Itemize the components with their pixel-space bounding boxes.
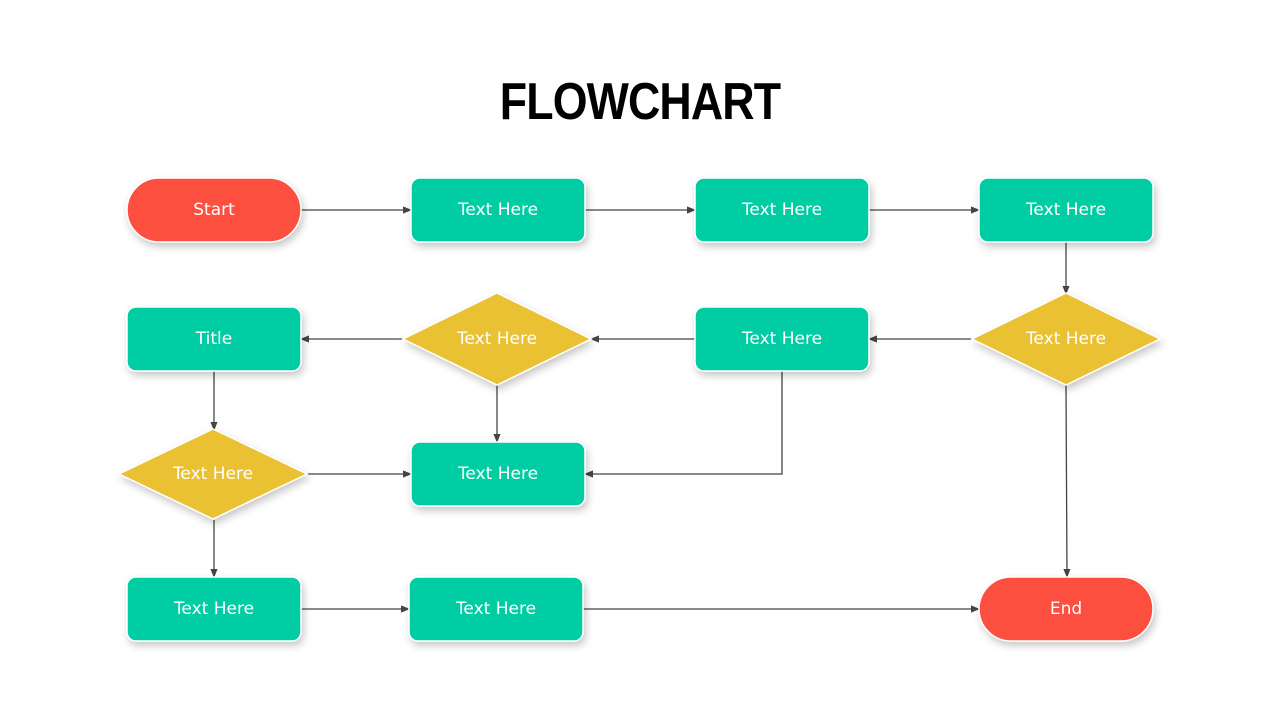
node-start[interactable]: Start: [126, 177, 302, 243]
node-label: Text Here: [741, 329, 822, 349]
node-label: Text Here: [456, 329, 537, 349]
connector-arrow-d2-to-end: [1063, 384, 1071, 578]
node-end[interactable]: End: [978, 576, 1154, 642]
node-p1[interactable]: Text Here: [410, 177, 586, 243]
node-label: Title: [195, 329, 232, 349]
node-label: Text Here: [173, 599, 254, 619]
node-p4[interactable]: Text Here: [694, 306, 870, 372]
node-d3[interactable]: Text Here: [117, 428, 309, 520]
node-label: Text Here: [457, 464, 538, 484]
node-p3[interactable]: Text Here: [978, 177, 1154, 243]
flowchart-diagram: Start Text Here Text Here Text Here Text Her…: [117, 177, 1162, 642]
node-label: Text Here: [455, 599, 536, 619]
node-title-box[interactable]: Title: [126, 306, 302, 372]
node-label: Text Here: [1025, 200, 1106, 220]
node-label: End: [1050, 599, 1082, 619]
node-label: Text Here: [172, 464, 253, 484]
node-label: Text Here: [457, 200, 538, 220]
node-label: Start: [193, 200, 235, 220]
connector-arrow-p4-to-p5: [584, 371, 783, 478]
node-p2[interactable]: Text Here: [694, 177, 870, 243]
node-p5[interactable]: Text Here: [410, 441, 586, 507]
node-p7[interactable]: Text Here: [408, 576, 584, 642]
node-d1[interactable]: Text Here: [401, 292, 593, 386]
node-p6[interactable]: Text Here: [126, 576, 302, 642]
node-label: Text Here: [741, 200, 822, 220]
node-d2[interactable]: Text Here: [970, 292, 1162, 386]
node-label: Text Here: [1025, 329, 1106, 349]
